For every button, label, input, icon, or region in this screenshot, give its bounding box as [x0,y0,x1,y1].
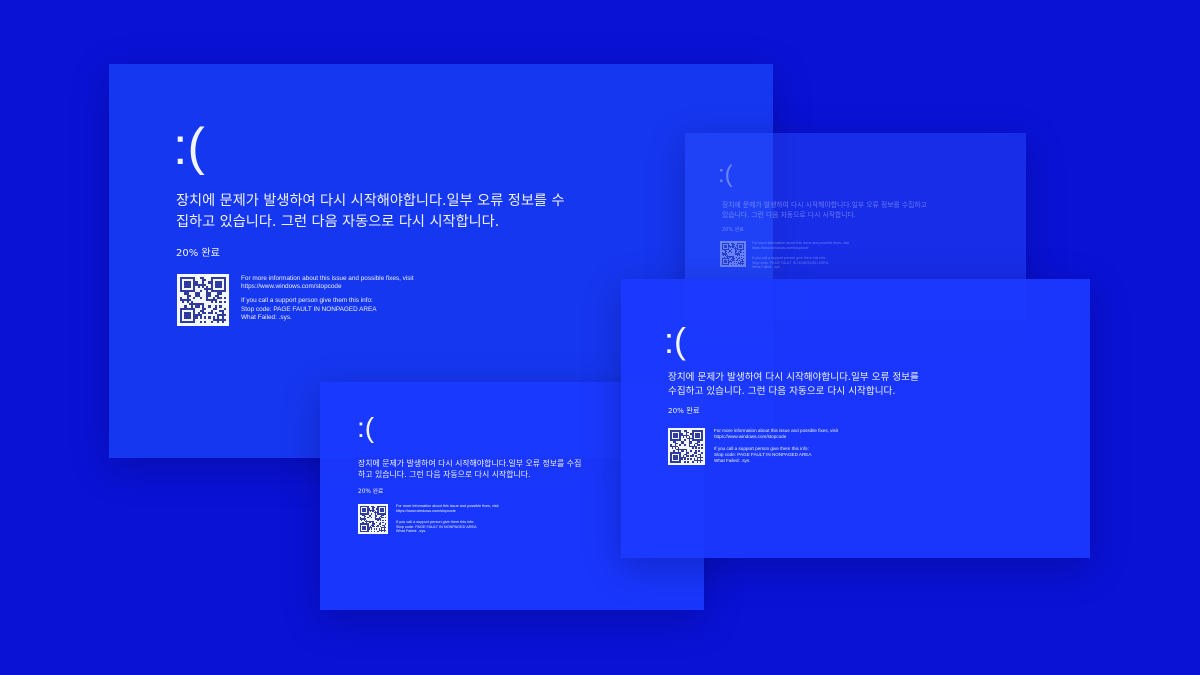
sad-face-icon: :( [718,161,733,188]
stopcode-link[interactable]: https://www.windows.com/stopcode [396,509,456,513]
progress-percent: 20% 완료 [722,227,744,233]
stop-code: Stop code: PAGE FAULT IN NONPAGED AREA [241,305,377,313]
error-message: 장치에 문제가 발생하여 다시 시작해야합니다.일부 오류 정보를 수집하고 있… [176,193,565,230]
error-message: 장치에 문제가 발생하여 다시 시작해야합니다.일부 오류 정보를 수집하고 있… [668,372,919,397]
sad-face-icon: :( [173,118,205,176]
qr-module [701,461,703,463]
stopcode-link[interactable]: https://www.windows.com/stopcode [752,246,809,250]
qr-module [385,531,386,532]
stopcode-link[interactable]: https://www.windows.com/stopcode [714,434,786,439]
background: { "bsod": { "sad_face": ":(", "message":… [0,0,1200,675]
qr-code-icon [720,241,746,267]
stop-code: Stop code: PAGE FAULT IN NONPAGED AREA [752,260,829,265]
qr-module [743,264,744,265]
what-failed: What Failed: .sys. [752,265,781,270]
qr-code-icon [177,274,229,326]
stop-code: Stop code: PAGE FAULT IN NONPAGED AREA [396,524,477,529]
stop-code: Stop code: PAGE FAULT IN NONPAGED AREA [714,451,812,457]
support-text: If you call a support person give them t… [241,297,373,305]
error-info: For more information about this issue an… [714,428,904,463]
support-text: If you call a support person give them t… [714,445,809,451]
qr-module [224,321,226,323]
error-message: 장치에 문제가 발생하여 다시 시작해야합니다.일부 오류 정보를 수집하고 있… [722,201,927,219]
error-message: 장치에 문제가 발생하여 다시 시작해야합니다.일부 오류 정보를 수집하고 있… [358,459,582,479]
sad-face-icon: :( [664,320,686,361]
support-text: If you call a support person give them t… [752,256,827,261]
qr-code-icon [358,504,388,534]
bsod-content: :( 장치에 문제가 발생하여 다시 시작해야합니다.일부 오류 정보를 수집하… [621,279,1090,558]
error-info: For more information about this issue an… [396,504,546,534]
info-line: For more information about this issue an… [752,241,850,245]
progress-percent: 20% 완료 [176,248,220,259]
what-failed: What Failed: .sys. [241,313,292,321]
qr-code-icon [668,428,705,465]
info-line: For more information about this issue an… [241,275,414,282]
error-info: For more information about this issue an… [241,275,501,322]
sad-face-icon: :( [357,412,375,443]
bsod-panel-right: :( 장치에 문제가 발생하여 다시 시작해야합니다.일부 오류 정보를 수집하… [621,279,1090,558]
error-info: For more information about this issue an… [752,241,912,270]
support-text: If you call a support person give them t… [396,519,475,524]
what-failed: What Failed: .sys. [714,457,751,463]
stopcode-link[interactable]: https://www.windows.com/stopcode [241,283,342,290]
progress-percent: 20% 완료 [358,489,384,495]
progress-percent: 20% 완료 [668,406,700,415]
info-line: For more information about this issue an… [396,504,499,508]
info-line: For more information about this issue an… [714,428,839,433]
what-failed: What Failed: .sys. [396,529,427,534]
